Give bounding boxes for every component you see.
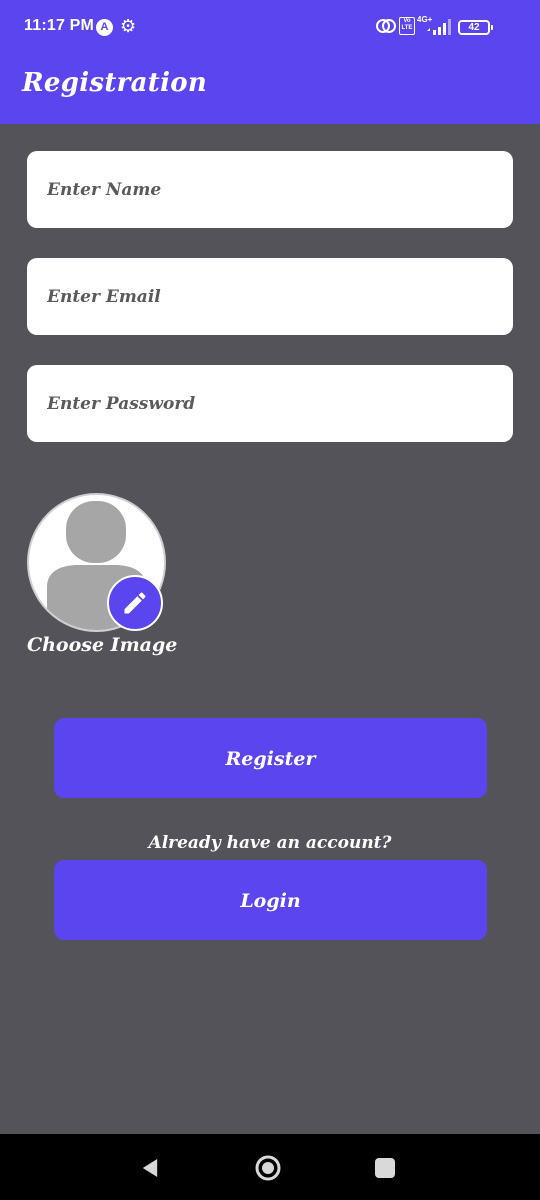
sync-icon xyxy=(376,19,396,33)
register-button[interactable]: Register xyxy=(54,718,487,798)
email-input[interactable] xyxy=(27,258,513,335)
battery-icon: 42 xyxy=(458,20,493,35)
status-bar: 11:17 PM A ⚙ Vo LTE 4G+ 42 xyxy=(0,0,540,56)
recents-square-icon[interactable] xyxy=(375,1158,395,1178)
edit-image-button[interactable] xyxy=(107,575,163,631)
system-nav-bar xyxy=(0,1134,540,1200)
account-prompt: Already have an account? xyxy=(148,833,392,853)
signal-icon xyxy=(427,19,451,35)
pencil-icon xyxy=(124,592,146,614)
password-input[interactable] xyxy=(27,365,513,442)
choose-image-label: Choose Image xyxy=(27,634,178,656)
name-input[interactable] xyxy=(27,151,513,228)
home-circle-icon[interactable] xyxy=(254,1154,282,1182)
app-bar: Registration xyxy=(0,56,540,124)
app-notification-icon: A xyxy=(96,19,113,36)
page-title: Registration xyxy=(22,68,208,98)
status-time: 11:17 PM xyxy=(24,17,95,34)
back-triangle-icon[interactable] xyxy=(141,1156,159,1180)
gear-icon: ⚙ xyxy=(120,16,137,36)
volte-icon: Vo LTE xyxy=(399,17,415,35)
login-button[interactable]: Login xyxy=(54,860,487,940)
